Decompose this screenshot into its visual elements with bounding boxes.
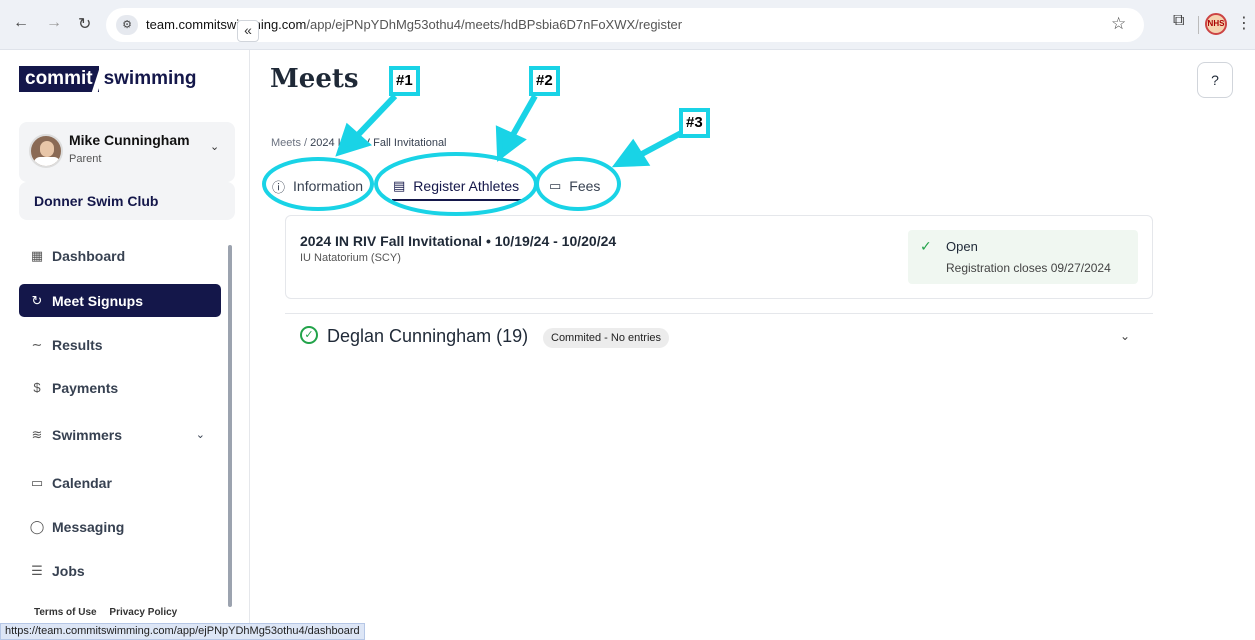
toolbar-divider [1198, 16, 1199, 34]
profile-avatar[interactable]: NHS [1205, 13, 1227, 35]
collapse-sidebar-button[interactable]: « [237, 20, 259, 42]
chevron-down-icon: ⌄ [210, 141, 220, 153]
annotation-arrowhead-3 [611, 138, 651, 168]
sidebar-item-swimmers[interactable]: ≋ Swimmers ⌄ [19, 418, 221, 451]
sidebar-item-label: Calendar [52, 474, 112, 491]
terms-link[interactable]: Terms of Use [34, 607, 97, 618]
breadcrumb-separator: / [304, 137, 308, 149]
sidebar-item-meet-signups[interactable]: ↻ Meet Signups [19, 284, 221, 317]
breadcrumb: Meets / 2024 IN RIV Fall Invitational [271, 137, 447, 149]
url-path: /app/ejPNpYDhMg53othu4/meets/hdBPsbia6D7… [306, 17, 683, 32]
url-text[interactable]: team.commitswimming.com/app/ejPNpYDhMg53… [146, 17, 682, 32]
extensions-icon[interactable]: ⧉ [1173, 12, 1184, 30]
swim-icon: ≋ [31, 426, 43, 442]
meet-location: IU Natatorium (SCY) [300, 252, 401, 264]
annotation-arrow-1 [352, 93, 398, 141]
check-circle-icon: ✓ [920, 238, 932, 254]
user-name: Mike Cunningham [69, 132, 190, 148]
sidebar-item-label: Results [52, 336, 103, 353]
chat-icon: ◯ [29, 518, 45, 534]
back-icon[interactable]: ← [13, 14, 29, 32]
privacy-link[interactable]: Privacy Policy [109, 607, 177, 618]
tab-fees[interactable]: ▭ Fees [549, 174, 600, 198]
tab-label: Fees [569, 178, 601, 194]
sidebar-item-label: Swimmers [52, 426, 123, 443]
sidebar-item-label: Payments [52, 379, 119, 396]
sidebar-scrollbar[interactable] [228, 245, 232, 607]
check-circle-icon: ✓ [300, 326, 318, 344]
sidebar-item-payments[interactable]: $ Payments [19, 371, 221, 404]
tab-label: Register Athletes [413, 178, 520, 194]
help-icon[interactable]: ? [1197, 62, 1233, 98]
browser-toolbar: ← → ↻ ⚙ team.commitswimming.com/app/ejPN… [0, 0, 1255, 50]
url-domain: team.commitswimming.com [146, 17, 307, 32]
meet-summary-card: 2024 IN RIV Fall Invitational • 10/19/24… [285, 215, 1153, 299]
annotation-label-1: #1 [389, 66, 420, 96]
breadcrumb-root[interactable]: Meets [271, 137, 301, 149]
chevron-down-icon: ⌄ [195, 429, 205, 441]
user-menu[interactable]: Mike Cunningham Parent ⌄ [19, 122, 235, 182]
tab-register-athletes[interactable]: ▤ Register Athletes [393, 174, 519, 198]
sidebar-item-label: Meet Signups [52, 292, 144, 309]
list-icon: ☰ [31, 562, 43, 578]
card-icon: ▭ [549, 178, 562, 193]
sidebar-item-label: Dashboard [52, 247, 126, 264]
register-icon: ▤ [393, 178, 406, 193]
forward-icon[interactable]: → [46, 14, 62, 32]
sidebar-item-jobs[interactable]: ☰ Jobs [19, 554, 221, 587]
sidebar-item-label: Messaging [52, 518, 125, 535]
annotation-label-2: #2 [529, 66, 560, 96]
swimmer-icon: ↻ [31, 292, 43, 308]
logo-swimming: swimming [103, 68, 197, 89]
logo-commit: commit [19, 66, 99, 92]
registration-closes: Registration closes 09/27/2024 [946, 261, 1111, 275]
annotation-label-3: #3 [679, 108, 710, 138]
address-bar[interactable]: ⚙ team.commitswimming.com/app/ejPNpYDhMg… [106, 8, 1144, 42]
sidebar-item-messaging[interactable]: ◯ Messaging [19, 510, 221, 543]
info-icon: ⓘ [272, 179, 286, 195]
site-info-icon[interactable]: ⚙ [116, 15, 138, 35]
meet-title: 2024 IN RIV Fall Invitational • 10/19/24… [300, 233, 617, 249]
status-bar-url: https://team.commitswimming.com/app/ejPN… [0, 623, 365, 640]
grid-icon: ▦ [30, 247, 44, 263]
tab-information[interactable]: ⓘ Information [272, 174, 363, 198]
footer-links: Terms of Use Privacy Policy [34, 607, 187, 618]
tab-label: Information [293, 178, 364, 194]
bookmark-star-icon[interactable]: ☆ [1111, 14, 1126, 34]
active-tab-indicator [392, 199, 522, 201]
registration-status: ✓ Open Registration closes 09/27/2024 [908, 230, 1138, 284]
club-name: Donner Swim Club [34, 193, 159, 209]
breadcrumb-current: 2024 IN RIV Fall Invitational [310, 137, 447, 149]
chart-icon: ∼ [31, 336, 43, 352]
sidebar: commit swimming Mike Cunningham Parent ⌄… [0, 50, 250, 640]
calendar-icon: ▭ [30, 474, 44, 490]
chevron-down-icon[interactable]: ⌄ [1120, 329, 1130, 343]
sidebar-item-results[interactable]: ∼ Results [19, 328, 221, 361]
dollar-icon: $ [33, 380, 41, 395]
page-title: Meets [270, 64, 359, 94]
annotation-arrowhead-2 [495, 125, 527, 162]
divider [285, 313, 1153, 314]
annotation-arrow-2 [507, 94, 538, 142]
sidebar-item-dashboard[interactable]: ▦ Dashboard [19, 239, 221, 272]
athlete-name: Deglan Cunningham (19) [327, 326, 529, 346]
sidebar-item-label: Jobs [52, 562, 85, 579]
reload-icon[interactable]: ↻ [78, 14, 91, 34]
user-role: Parent [69, 153, 102, 165]
club-selector[interactable]: Donner Swim Club [19, 182, 235, 220]
status-open: Open [946, 239, 978, 254]
status-badge: Commited - No entries [543, 328, 670, 348]
sidebar-item-calendar[interactable]: ▭ Calendar [19, 466, 221, 499]
browser-menu-icon[interactable]: ⋮ [1236, 13, 1252, 33]
annotation-arrow-3 [638, 129, 685, 158]
avatar [29, 134, 63, 168]
logo[interactable]: commit swimming [19, 66, 196, 92]
